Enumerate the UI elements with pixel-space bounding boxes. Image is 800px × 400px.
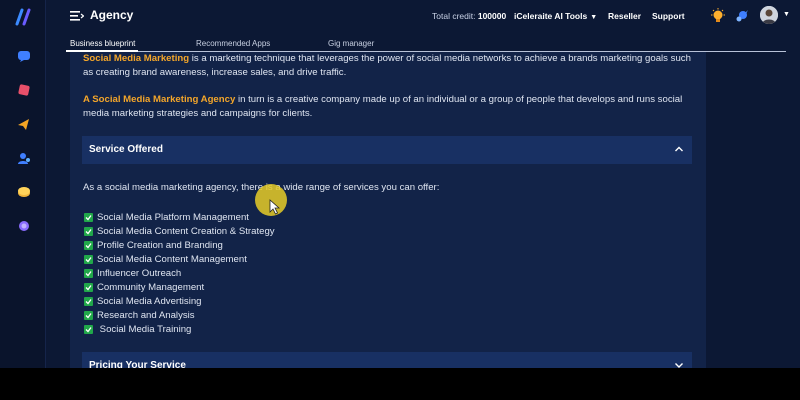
list-item: Social Media Training — [84, 322, 275, 336]
service-label: Profile Creation and Branding — [97, 239, 223, 251]
chat-icon[interactable] — [16, 48, 32, 64]
chevron-down-icon — [675, 363, 683, 368]
service-label: Social Media Content Creation & Strategy — [97, 225, 275, 237]
services-list: Social Media Platform Management Social … — [84, 210, 275, 336]
check-icon — [84, 324, 93, 334]
list-item: Influencer Outreach — [84, 266, 275, 280]
chevron-down-icon[interactable]: ▼ — [783, 11, 790, 18]
rocket-icon[interactable] — [734, 8, 750, 24]
check-icon — [84, 310, 93, 320]
check-icon — [84, 254, 93, 264]
megaphone-icon[interactable] — [16, 116, 32, 132]
support-link[interactable]: Support — [652, 11, 685, 21]
tab-bar: Business blueprint Recommended Apps Gig … — [66, 36, 786, 52]
logo-icon[interactable] — [12, 6, 34, 28]
highlight-term: Social Media Marketing — [83, 53, 190, 64]
highlight-term: A Social Media Marketing Agency — [83, 94, 236, 105]
video-letterbox — [0, 368, 800, 400]
coins-icon[interactable] — [16, 184, 32, 200]
accordion-title: Service Offered — [89, 144, 163, 155]
check-icon — [84, 240, 93, 250]
chevron-up-icon — [675, 146, 683, 152]
menu-icon[interactable] — [70, 10, 84, 22]
check-icon — [84, 226, 93, 236]
accordion-service-offered[interactable]: Service Offered — [82, 136, 692, 164]
list-item: Social Media Advertising — [84, 294, 275, 308]
tab-gig-manager[interactable]: Gig manager — [328, 39, 374, 48]
users-icon[interactable] — [16, 150, 32, 166]
service-label: Community Management — [97, 281, 205, 293]
check-icon — [84, 282, 93, 292]
list-item: Social Media Content Creation & Strategy — [84, 224, 275, 238]
page-title: Agency — [90, 8, 134, 22]
ai-tools-label: iCeleraite AI Tools — [514, 11, 588, 21]
tab-business-blueprint[interactable]: Business blueprint — [70, 39, 135, 48]
service-label: Research and Analysis — [97, 309, 195, 321]
check-icon — [84, 212, 93, 222]
check-icon — [84, 296, 93, 306]
avatar[interactable] — [760, 6, 778, 24]
tab-recommended-apps[interactable]: Recommended Apps — [196, 39, 270, 48]
credit-label: Total credit: — [432, 11, 476, 21]
service-label: Social Media Platform Management — [97, 211, 249, 223]
agency-paragraph: A Social Media Marketing Agency in turn … — [83, 93, 695, 121]
service-label: Social Media Advertising — [97, 295, 202, 307]
mouse-cursor-icon — [269, 199, 281, 215]
top-header: Agency Total credit: 100000 iCeleraite A… — [46, 0, 800, 32]
list-item: Social Media Content Management — [84, 252, 275, 266]
cube-icon[interactable] — [16, 82, 32, 98]
credit-value: 100000 — [477, 11, 507, 21]
service-label: Influencer Outreach — [97, 267, 182, 279]
total-credit: Total credit: 100000 — [432, 11, 506, 21]
left-rail — [0, 0, 46, 368]
content-panel: Social Media Marketing is a marketing te… — [70, 52, 706, 368]
list-item: Profile Creation and Branding — [84, 238, 275, 252]
reseller-link[interactable]: Reseller — [608, 11, 641, 21]
ai-tools-menu[interactable]: iCeleraite AI Tools ▼ — [514, 11, 597, 21]
bulb-icon[interactable] — [710, 8, 726, 24]
check-icon — [84, 268, 93, 278]
list-item: Social Media Platform Management — [84, 210, 275, 224]
intro-paragraph: Social Media Marketing is a marketing te… — [83, 52, 695, 80]
layers-icon[interactable] — [16, 218, 32, 234]
service-label: Social Media Training — [97, 323, 192, 335]
service-label: Social Media Content Management — [97, 253, 247, 265]
accordion-title: Pricing Your Service — [89, 360, 186, 368]
list-item: Research and Analysis — [84, 308, 275, 322]
list-item: Community Management — [84, 280, 275, 294]
chevron-down-icon: ▼ — [590, 14, 598, 21]
app-window: Agency Total credit: 100000 iCeleraite A… — [0, 0, 800, 368]
accordion-pricing[interactable]: Pricing Your Service — [82, 352, 692, 368]
